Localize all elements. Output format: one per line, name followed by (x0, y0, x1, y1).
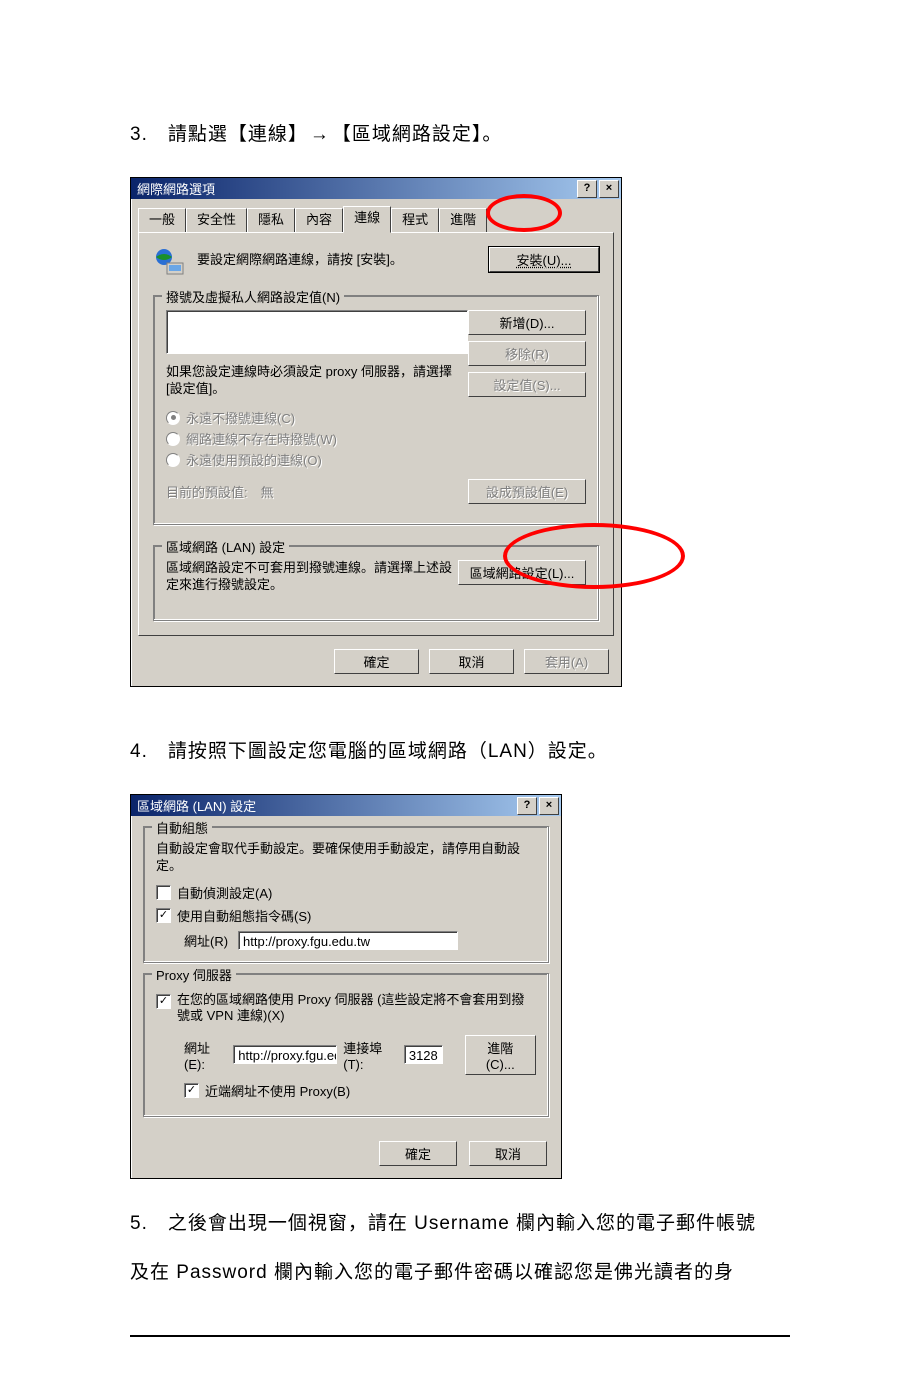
auto-script-label: 使用自動組態指令碼(S) (177, 906, 311, 925)
bypass-local-label: 近端網址不使用 Proxy(B) (205, 1081, 350, 1100)
step-5-line1: 5. 之後會出現一個視窗，請在 Username 欄內輸入您的電子郵件帳號 (130, 1199, 790, 1248)
dial-legend: 撥號及虛擬私人網路設定值(N) (162, 287, 344, 306)
use-proxy-checkbox[interactable]: ✓ (156, 994, 171, 1009)
auto-legend: 自動組態 (152, 818, 212, 837)
internet-options-dialog: 網際網路選項 ? × 一般 安全性 隱私 內容 連線 程式 進階 (130, 177, 622, 687)
script-address-input[interactable]: http://proxy.fgu.edu.tw (238, 931, 458, 950)
lan-dialog-title: 區域網路 (LAN) 設定 (137, 796, 256, 815)
dialog-button-row: 確定 取消 套用(A) (131, 643, 621, 686)
proxy-group: Proxy 伺服器 ✓ 在您的區域網路使用 Proxy 伺服器 (這些設定將不會… (143, 973, 549, 1117)
lan-ok-button[interactable]: 確定 (379, 1141, 457, 1166)
globe-icon (153, 247, 187, 277)
tab-security[interactable]: 安全性 (186, 208, 247, 232)
radio-always-default: 永遠使用預設的連線(O) (166, 450, 586, 469)
close-icon[interactable]: × (599, 180, 619, 198)
settings-button: 設定值(S)... (468, 372, 586, 397)
install-button[interactable]: 安裝(U)... (489, 247, 599, 272)
proxy-address-input[interactable]: http://proxy.fgu.edu.tw (233, 1045, 337, 1064)
step-3-text: 3. 請點選【連線】→【區域網路設定】。 (130, 110, 790, 159)
lan-legend: 區域網路 (LAN) 設定 (162, 537, 289, 556)
lan-titlebar: 區域網路 (LAN) 設定 ? × (131, 795, 561, 816)
lan-groupbox: 區域網路 (LAN) 設定 區域網路設定不可套用到撥號連線。請選擇上述設定來進行… (153, 545, 599, 621)
cancel-button[interactable]: 取消 (429, 649, 514, 674)
arrow-right-icon: → (310, 124, 330, 145)
current-default-label: 目前的預設值: 無 (166, 482, 274, 501)
lan-settings-dialog: 區域網路 (LAN) 設定 ? × 自動組態 自動設定會取代手動設定。要確保使用… (130, 794, 562, 1178)
use-proxy-label: 在您的區域網路使用 Proxy 伺服器 (這些設定將不會套用到撥號或 VPN 連… (177, 992, 536, 1025)
tab-row: 一般 安全性 隱私 內容 連線 程式 進階 (131, 199, 621, 232)
set-default-button: 設成預設值(E) (468, 479, 586, 504)
dial-groupbox: 撥號及虛擬私人網路設定值(N) 新增(D)... 移除(R) 設定值(S)...… (153, 295, 599, 525)
radio-dial-when-none: 網路連線不存在時撥號(W) (166, 429, 586, 448)
lan-button-row: 確定 取消 (131, 1137, 561, 1178)
step3-suffix: 【區域網路設定】。 (332, 124, 503, 145)
bypass-local-checkbox[interactable]: ✓ (184, 1083, 199, 1098)
ok-button[interactable]: 確定 (334, 649, 419, 674)
radio-never-dial: 永遠不撥號連線(C) (166, 408, 586, 427)
step-4-text: 4. 請按照下圖設定您電腦的區域網路（LAN）設定。 (130, 727, 790, 776)
tab-privacy[interactable]: 隱私 (247, 208, 295, 232)
apply-button: 套用(A) (524, 649, 609, 674)
help-icon[interactable]: ? (577, 180, 597, 198)
connections-listbox[interactable] (166, 310, 468, 354)
lan-cancel-button[interactable]: 取消 (469, 1141, 547, 1166)
proxy-note: 如果您設定連線時必須設定 proxy 伺服器，請選擇 [設定值]。 (166, 364, 466, 398)
dialog-title: 網際網路選項 (137, 179, 215, 198)
lan-settings-button[interactable]: 區域網路設定(L)... (458, 560, 586, 585)
step3-prefix: 3. 請點選【連線】 (130, 124, 308, 145)
auto-note: 自動設定會取代手動設定。要確保使用手動設定，請停用自動設定。 (156, 841, 536, 875)
titlebar: 網際網路選項 ? × (131, 178, 621, 199)
tab-advanced[interactable]: 進階 (439, 208, 487, 232)
auto-detect-checkbox[interactable] (156, 885, 171, 900)
proxy-advanced-button[interactable]: 進階(C)... (465, 1035, 536, 1075)
remove-button: 移除(R) (468, 341, 586, 366)
auto-config-group: 自動組態 自動設定會取代手動設定。要確保使用手動設定，請停用自動設定。 自動偵測… (143, 826, 549, 963)
step-5-line2: 及在 Password 欄內輸入您的電子郵件密碼以確認您是佛光讀者的身 (130, 1248, 790, 1297)
auto-script-checkbox[interactable]: ✓ (156, 908, 171, 923)
tab-programs[interactable]: 程式 (391, 208, 439, 232)
auto-detect-label: 自動偵測設定(A) (177, 883, 272, 902)
proxy-port-input[interactable]: 3128 (404, 1045, 443, 1064)
tab-connections[interactable]: 連線 (343, 206, 391, 233)
lan-note: 區域網路設定不可套用到撥號連線。請選擇上述設定來進行撥號設定。 (166, 560, 456, 594)
proxy-port-label: 連接埠(T): (343, 1038, 398, 1072)
proxy-address-label: 網址(E): (184, 1038, 227, 1072)
tab-content[interactable]: 內容 (295, 208, 343, 232)
proxy-legend: Proxy 伺服器 (152, 965, 236, 984)
tab-general[interactable]: 一般 (138, 208, 186, 232)
add-button[interactable]: 新增(D)... (468, 310, 586, 335)
setup-text: 要設定網際網路連線，請按 [安裝]。 (197, 247, 489, 268)
connections-panel: 要設定網際網路連線，請按 [安裝]。 安裝(U)... 撥號及虛擬私人網路設定值… (138, 232, 614, 636)
page-footer-rule (130, 1335, 790, 1337)
close-icon[interactable]: × (539, 797, 559, 815)
script-address-label: 網址(R) (184, 931, 228, 950)
help-icon[interactable]: ? (517, 797, 537, 815)
